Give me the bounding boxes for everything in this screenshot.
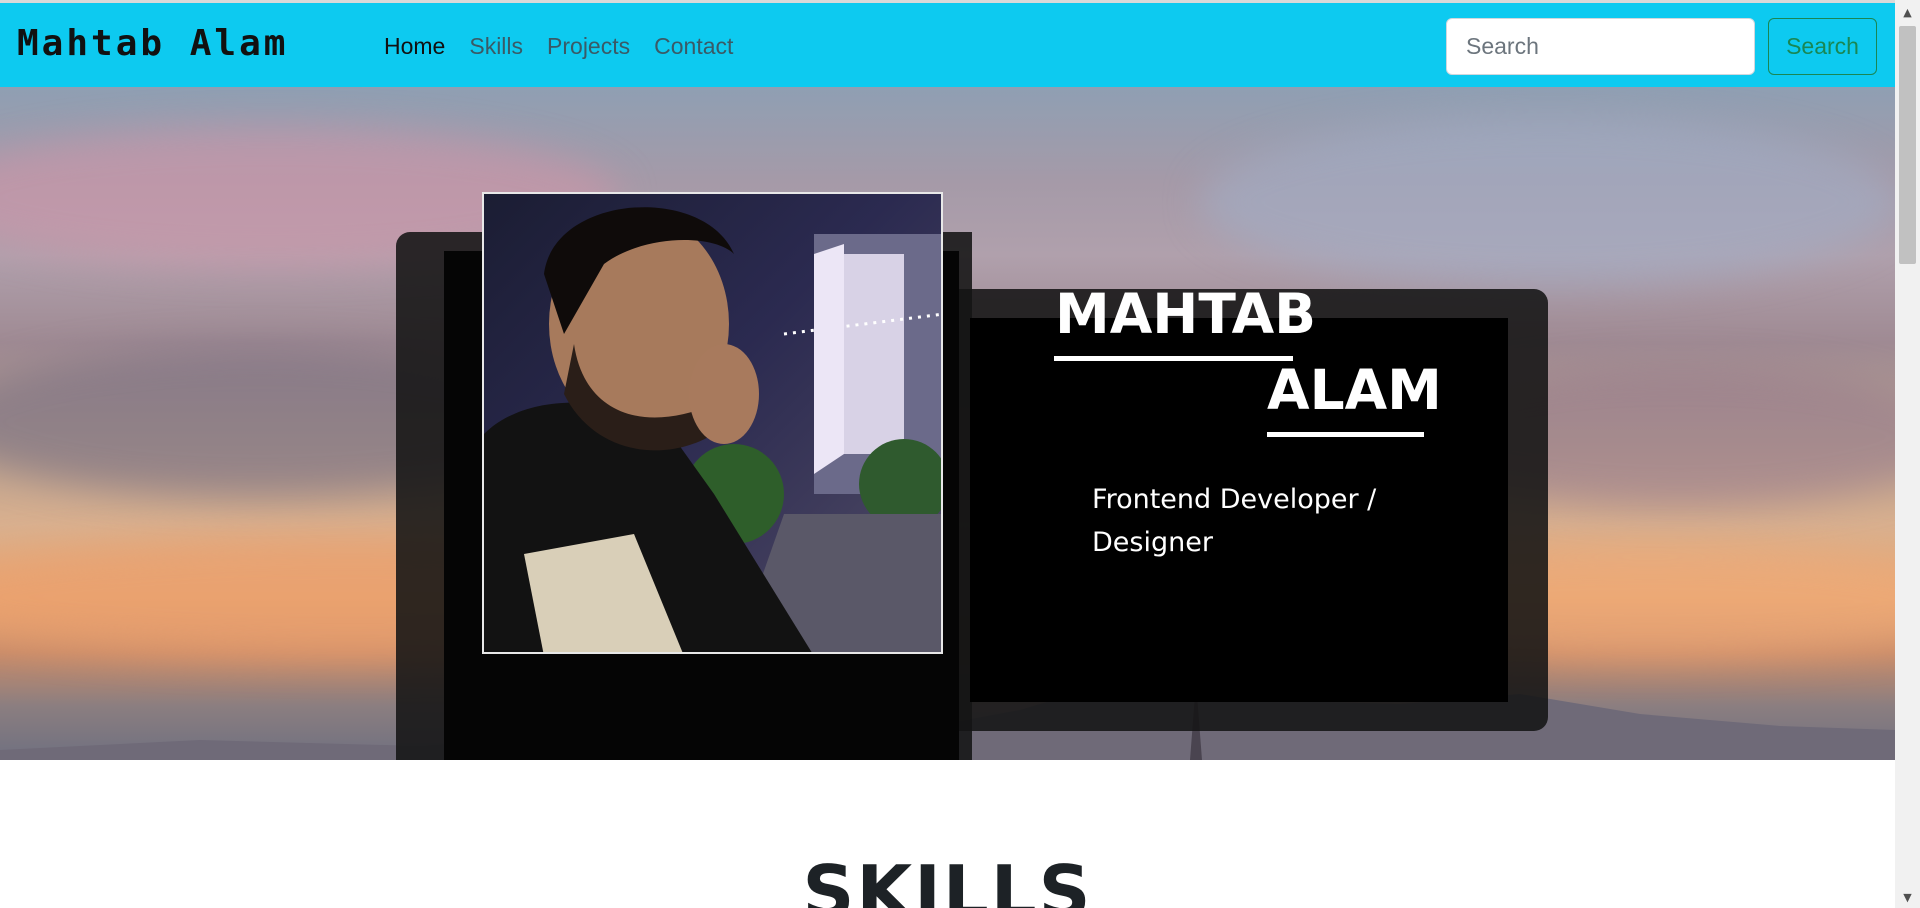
skills-heading: SKILLS [802, 850, 1093, 908]
brand-logo[interactable]: Mahtab Alam [17, 23, 288, 64]
last-name-underline [1267, 432, 1424, 437]
navbar: Mahtab Alam Home Skills Projects Contact… [0, 0, 1895, 87]
hero-first-name: MAHTAB [1055, 282, 1317, 346]
profile-photo-illustration [484, 207, 941, 652]
first-name-underline [1054, 356, 1293, 361]
nav-link-contact[interactable]: Contact [654, 33, 733, 60]
nav-links: Home Skills Projects Contact [384, 33, 733, 60]
sky-cloud [1200, 117, 1895, 287]
search-input[interactable] [1446, 18, 1755, 75]
nav-link-projects[interactable]: Projects [547, 33, 630, 60]
hero-last-name: ALAM [1267, 358, 1442, 422]
arrow-up-icon[interactable]: ▲ [1895, 3, 1920, 23]
search-button[interactable]: Search [1768, 18, 1877, 75]
scroll-thumb[interactable] [1899, 26, 1916, 264]
hero-section [0, 87, 1895, 760]
profile-photo [482, 192, 943, 654]
nav-link-skills[interactable]: Skills [469, 33, 523, 60]
arrow-down-icon[interactable]: ▼ [1895, 888, 1920, 908]
page-scrollbar[interactable]: ▲ ▼ [1895, 0, 1920, 908]
nav-link-home[interactable]: Home [384, 33, 445, 60]
hero-role: Frontend Developer / Designer [1092, 484, 1377, 558]
